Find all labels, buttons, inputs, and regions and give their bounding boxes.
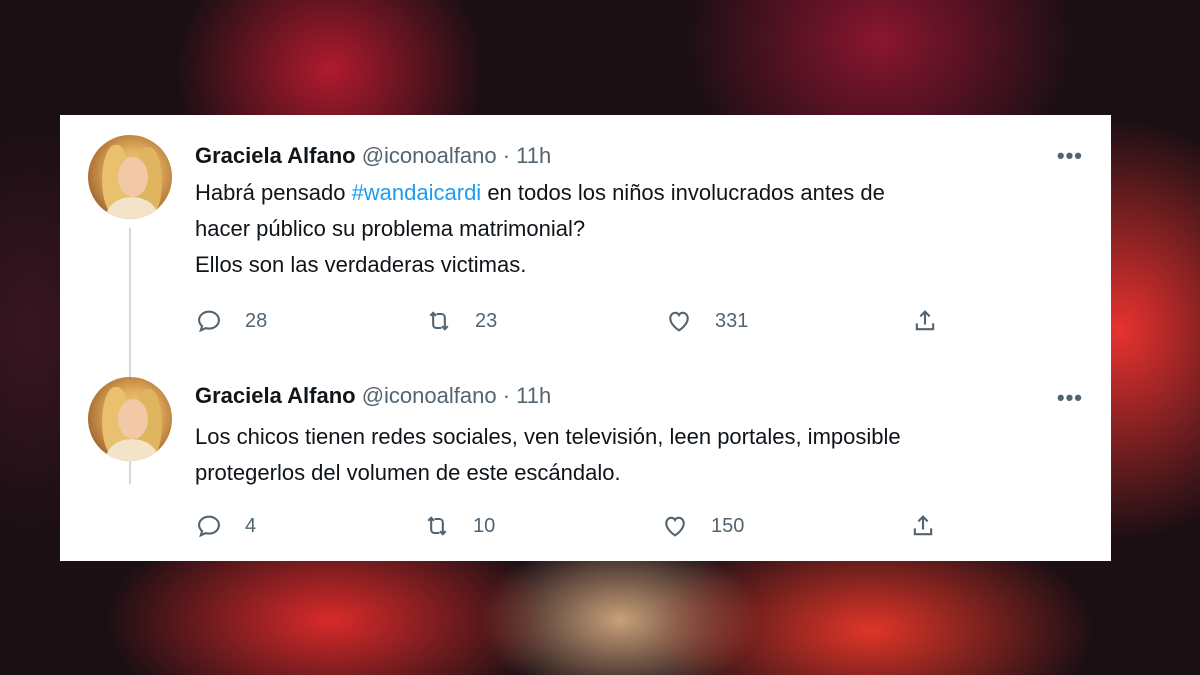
timestamp[interactable]: 11h (516, 143, 551, 168)
retweet-icon (427, 516, 447, 536)
share-button[interactable] (911, 307, 939, 335)
like-count: 331 (715, 309, 749, 332)
tweet-header: Graciela Alfano @iconoalfano · 11h (195, 143, 551, 169)
reply-icon (198, 310, 220, 333)
user-handle[interactable]: @iconoalfano (362, 383, 497, 408)
like-button[interactable]: 331 (665, 307, 748, 335)
like-count: 150 (711, 514, 745, 537)
heart-icon (669, 311, 689, 332)
heart-icon (665, 516, 685, 537)
share-icon (915, 310, 935, 331)
reply-count: 28 (245, 309, 268, 332)
display-name[interactable]: Graciela Alfano (195, 383, 356, 408)
separator-dot: · (502, 143, 511, 168)
avatar[interactable] (88, 135, 172, 219)
timestamp[interactable]: 11h (516, 383, 551, 408)
like-button[interactable]: 150 (661, 512, 744, 540)
hashtag-link[interactable]: #wandaicardi (352, 180, 482, 205)
separator-dot: · (502, 383, 511, 408)
reply-button[interactable]: 4 (195, 512, 256, 540)
avatar[interactable] (88, 377, 172, 461)
share-button[interactable] (909, 512, 937, 540)
more-options-icon[interactable]: ••• (1057, 385, 1083, 411)
reply-button[interactable]: 28 (195, 307, 267, 335)
retweet-count: 10 (473, 514, 496, 537)
tweet-header: Graciela Alfano @iconoalfano · 11h (195, 383, 551, 409)
reply-count: 4 (245, 514, 257, 537)
display-name[interactable]: Graciela Alfano (195, 143, 356, 168)
more-options-icon[interactable]: ••• (1057, 143, 1083, 169)
retweet-icon (429, 311, 449, 331)
retweet-button[interactable]: 10 (423, 512, 495, 540)
share-icon (913, 515, 933, 536)
tweet-text: Los chicos tienen redes sociales, ven te… (195, 424, 901, 485)
tweet-text-before: Habrá pensado (195, 180, 352, 205)
retweet-button[interactable]: 23 (425, 307, 497, 335)
tweet-text: Habrá pensado #wandaicardi en todos los … (195, 175, 1075, 283)
tweet-actions: 4 10 150 (195, 512, 955, 542)
reply-icon (198, 515, 220, 538)
user-handle[interactable]: @iconoalfano (362, 143, 497, 168)
retweet-count: 23 (475, 309, 498, 332)
tweet-thread-card: Graciela Alfano @iconoalfano · 11h ••• H… (60, 115, 1111, 561)
tweet-actions: 28 23 331 (195, 307, 955, 337)
